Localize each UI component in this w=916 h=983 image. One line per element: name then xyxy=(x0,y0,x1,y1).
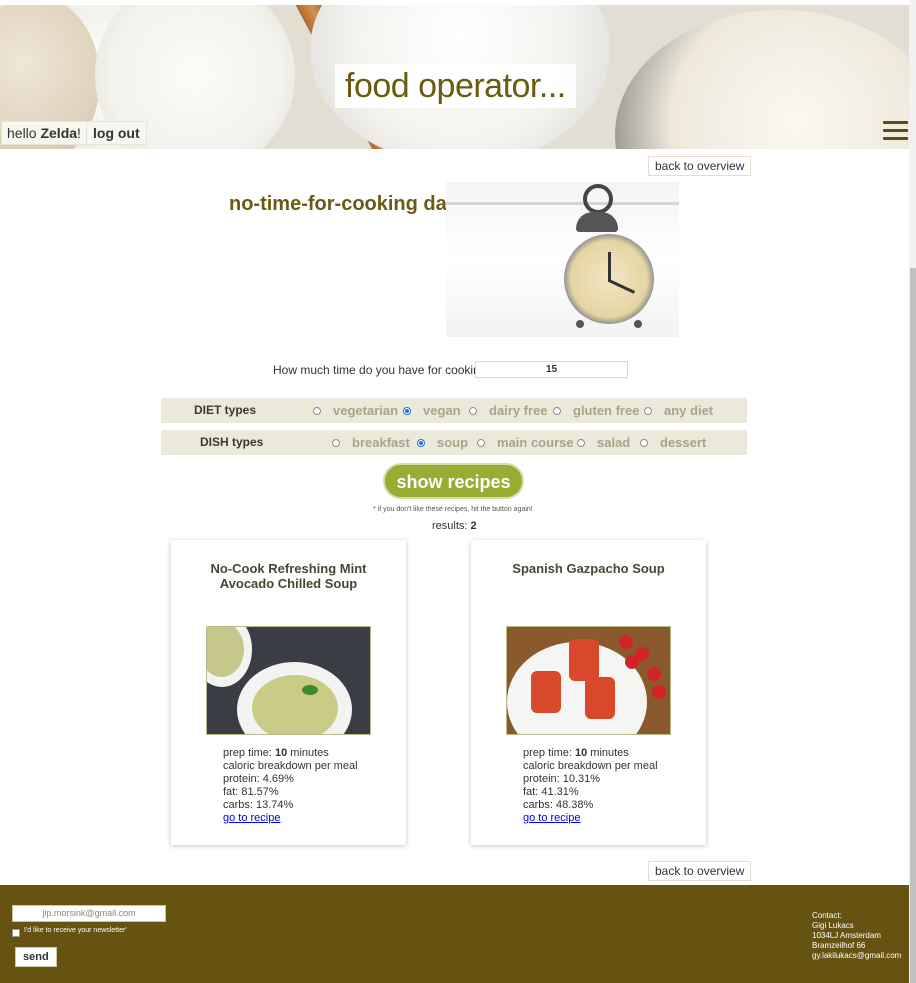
diet-option-vegetarian[interactable]: vegetarian xyxy=(313,398,398,423)
radio-icon[interactable] xyxy=(577,438,585,447)
dish-types-label: DISH types xyxy=(200,435,264,449)
go-to-recipe-link[interactable]: go to recipe xyxy=(223,812,358,825)
logout-button[interactable]: log out xyxy=(86,121,147,145)
alarm-clock-image xyxy=(446,182,679,337)
caloric-breakdown-label: caloric breakdown per meal xyxy=(523,760,658,772)
newsletter-checkbox[interactable] xyxy=(12,929,20,937)
recipe-card: Spanish Gazpacho Soup prep time: 10 minu… xyxy=(471,540,706,845)
back-to-overview-button-top[interactable]: back to overview xyxy=(648,156,752,176)
dish-option-breakfast[interactable]: breakfast xyxy=(332,430,410,455)
newsletter-checkbox-label: I'd like to receive your newsletter' xyxy=(24,927,127,934)
go-to-recipe-link[interactable]: go to recipe xyxy=(523,812,658,825)
diet-types-label: DIET types xyxy=(194,403,257,417)
brand-title: food operator... xyxy=(335,64,576,108)
recipe-image-gazpacho xyxy=(506,626,671,735)
newsletter-email-input[interactable]: jip.morsink@gmail.com xyxy=(12,905,166,922)
radio-selected-icon[interactable] xyxy=(403,406,411,415)
radio-selected-icon[interactable] xyxy=(417,438,425,447)
caloric-breakdown-label: caloric breakdown per meal xyxy=(223,760,358,772)
dish-option-main-course[interactable]: main course xyxy=(477,430,574,455)
retry-hint: * if you don't like these recipes, hit t… xyxy=(373,506,533,513)
diet-option-gluten-free[interactable]: gluten free xyxy=(553,398,639,423)
page-title: no-time-for-cooking day xyxy=(229,193,458,215)
header-banner: food operator... hello Zelda! log out xyxy=(0,5,909,149)
carbs-value: carbs: 13.74% xyxy=(223,799,294,811)
recipe-title: No-Cook Refreshing Mint Avocado Chilled … xyxy=(210,561,367,591)
recipe-image-avocado-soup xyxy=(206,626,371,735)
radio-icon[interactable] xyxy=(553,406,561,415)
contact-name: Gigi Lukacs xyxy=(812,921,854,930)
header-flour-bowl xyxy=(615,10,909,149)
contact-city: 1034LJ Amsterdam xyxy=(812,931,881,940)
contact-street: Bramzeilhof 66 xyxy=(812,941,866,950)
radio-icon[interactable] xyxy=(313,406,321,415)
radio-icon[interactable] xyxy=(477,438,485,447)
recipe-info: prep time: 10 minutes caloric breakdown … xyxy=(223,747,358,825)
contact-title: Contact: xyxy=(812,911,842,920)
results-count: results: 2 xyxy=(432,520,477,532)
diet-option-any-diet[interactable]: any diet xyxy=(644,398,713,423)
fat-value: fat: 81.57% xyxy=(223,786,279,798)
protein-value: protein: 4.69% xyxy=(223,773,294,785)
user-greeting: hello Zelda! xyxy=(1,121,87,145)
diet-types-row: DIET types vegetarian vegan dairy free g… xyxy=(161,398,747,423)
cooking-time-label: How much time do you have for cooking? xyxy=(273,363,494,377)
diet-option-vegan[interactable]: vegan xyxy=(403,398,461,423)
radio-icon[interactable] xyxy=(644,406,652,415)
footer: jip.morsink@gmail.com I'd like to receiv… xyxy=(0,885,909,983)
greeting-suffix: ! xyxy=(77,125,81,141)
radio-icon[interactable] xyxy=(469,406,477,415)
recipe-card: No-Cook Refreshing Mint Avocado Chilled … xyxy=(171,540,406,845)
show-recipes-button[interactable]: show recipes xyxy=(383,463,524,499)
hamburger-menu-icon[interactable] xyxy=(883,121,908,141)
user-name: Zelda xyxy=(40,125,78,141)
carbs-value: carbs: 48.38% xyxy=(523,799,594,811)
cooking-time-input[interactable]: 15 xyxy=(475,361,628,378)
radio-icon[interactable] xyxy=(332,438,340,447)
back-to-overview-button-bottom[interactable]: back to overview xyxy=(648,861,752,881)
dish-option-salad[interactable]: salad xyxy=(577,430,630,455)
dish-types-row: DISH types breakfast soup main course sa… xyxy=(161,430,747,455)
greeting-prefix: hello xyxy=(7,125,41,141)
diet-option-dairy-free[interactable]: dairy free xyxy=(469,398,548,423)
contact-block: Contact: Gigi Lukacs 1034LJ Amsterdam Br… xyxy=(812,911,901,961)
dish-option-dessert[interactable]: dessert xyxy=(640,430,706,455)
dish-option-soup[interactable]: soup xyxy=(417,430,468,455)
scrollbar-thumb[interactable] xyxy=(910,268,916,983)
recipe-info: prep time: 10 minutes caloric breakdown … xyxy=(523,747,658,825)
contact-email: gy.lakilukacs@gmail.com xyxy=(812,951,902,960)
results-number: 2 xyxy=(470,520,477,532)
fat-value: fat: 41.31% xyxy=(523,786,579,798)
protein-value: protein: 10.31% xyxy=(523,773,601,785)
recipe-title: Spanish Gazpacho Soup xyxy=(512,561,665,576)
radio-icon[interactable] xyxy=(640,438,648,447)
send-button[interactable]: send xyxy=(15,947,57,967)
